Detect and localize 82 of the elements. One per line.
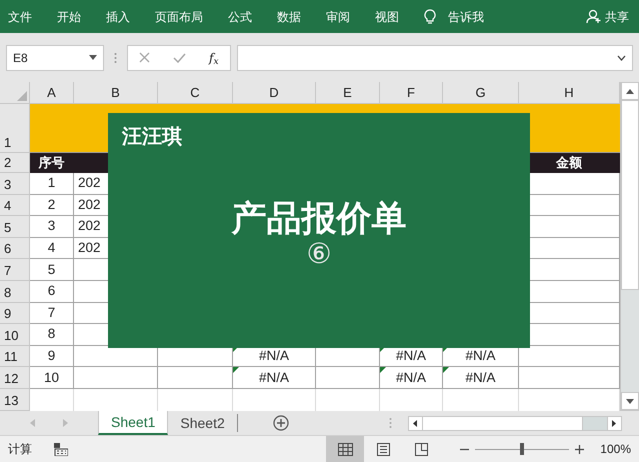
row-header[interactable]: 4 [0,194,30,216]
add-sheet-icon[interactable] [272,415,289,431]
column-header[interactable]: E [316,82,380,104]
table-cell: 8 [30,324,74,346]
row-header[interactable]: 9 [0,302,30,324]
table-cell: #N/A [443,367,519,389]
column-header[interactable]: H [519,82,620,104]
horizontal-scrollbar[interactable] [408,416,622,430]
scroll-thumb[interactable] [422,416,583,430]
card-title: 产品报价单 [232,199,406,239]
table-cell: 3 [30,216,74,238]
share-button[interactable]: 共享 [586,8,629,26]
scroll-down-button[interactable] [621,392,639,410]
ribbon-tab[interactable]: 开始 [57,8,81,26]
column-header[interactable]: D [233,82,316,104]
table-cell: #N/A [380,367,443,389]
sheet-tab[interactable]: Sheet1 [98,411,168,435]
row-header[interactable]: 12 [0,367,30,389]
table-cell [316,367,380,389]
table-cell: 2 [30,194,74,216]
cell-reference: E8 [13,50,28,66]
name-box[interactable]: E8 [6,44,104,70]
sheet-tab[interactable]: Sheet2 [168,411,237,435]
row-header[interactable]: 1 [0,104,30,153]
brand-name: 汪汪琪 [122,127,182,147]
zoom-in-icon[interactable] [575,444,584,454]
table-cell: 9 [30,346,74,368]
table-cell: 5 [30,259,74,281]
expand-icon [617,54,626,60]
table-cell: 序号 [30,153,74,173]
table-cell: 7 [30,302,74,324]
ribbon-tab[interactable]: 插入 [106,8,130,26]
row-header[interactable]: 6 [0,238,30,260]
more-options-icon [114,52,117,64]
row-header[interactable]: 2 [0,153,30,173]
more-options-icon [388,417,392,429]
ribbon-tab[interactable]: 页面布局 [155,8,203,26]
up-arrow-icon [626,88,634,94]
dropdown-icon [89,55,97,60]
ribbon-tab[interactable]: 视图 [375,8,399,26]
grid-icon [338,442,353,456]
ribbon-tab[interactable]: 公式 [228,8,252,26]
page-break-icon [414,442,429,456]
row-header[interactable]: 8 [0,280,30,303]
tell-me-field[interactable]: 告诉我 [448,8,484,26]
zoom-level[interactable]: 100% [600,440,631,458]
zoom-thumb[interactable] [520,443,524,455]
scroll-right-icon[interactable] [612,420,616,426]
row-header[interactable]: 5 [0,216,30,238]
scroll-up-button[interactable] [621,82,639,100]
column-header[interactable]: C [158,82,233,104]
macro-recording-icon[interactable] [54,442,68,456]
row-header[interactable]: 7 [0,259,30,281]
row-header[interactable]: 3 [0,173,30,195]
page-icon [376,442,391,456]
column-header[interactable]: A [30,82,74,104]
person-add-icon [586,9,602,24]
row-header[interactable]: 11 [0,346,30,368]
view-normal-button[interactable] [326,436,364,462]
ribbon-tab[interactable]: 数据 [277,8,301,26]
table-cell: #N/A [233,367,316,389]
ribbon-tab[interactable]: 审阅 [326,8,350,26]
corner-triangle-icon [17,91,27,101]
formula-input[interactable] [237,44,633,70]
lightbulb-icon[interactable] [424,8,436,24]
card-number: ⑥ [306,239,332,269]
column-header[interactable]: F [380,82,443,104]
row-header[interactable]: 10 [0,324,30,346]
column-header[interactable]: G [443,82,519,104]
insert-function-button[interactable]: f$_{x}$ [209,48,219,66]
table-cell: 10 [30,367,74,389]
table-cell: 6 [30,280,74,303]
ribbon-tab[interactable]: 文件 [8,8,32,26]
column-header[interactable]: B [74,82,158,104]
table-cell: 4 [30,238,74,260]
zoom-slider[interactable] [475,443,570,455]
down-arrow-icon [626,398,634,404]
scroll-left-icon[interactable] [413,420,418,426]
check-icon[interactable] [173,52,186,62]
scroll-thumb[interactable] [621,100,639,290]
status-mode: 计算 [8,441,32,458]
table-cell: 1 [30,173,74,195]
